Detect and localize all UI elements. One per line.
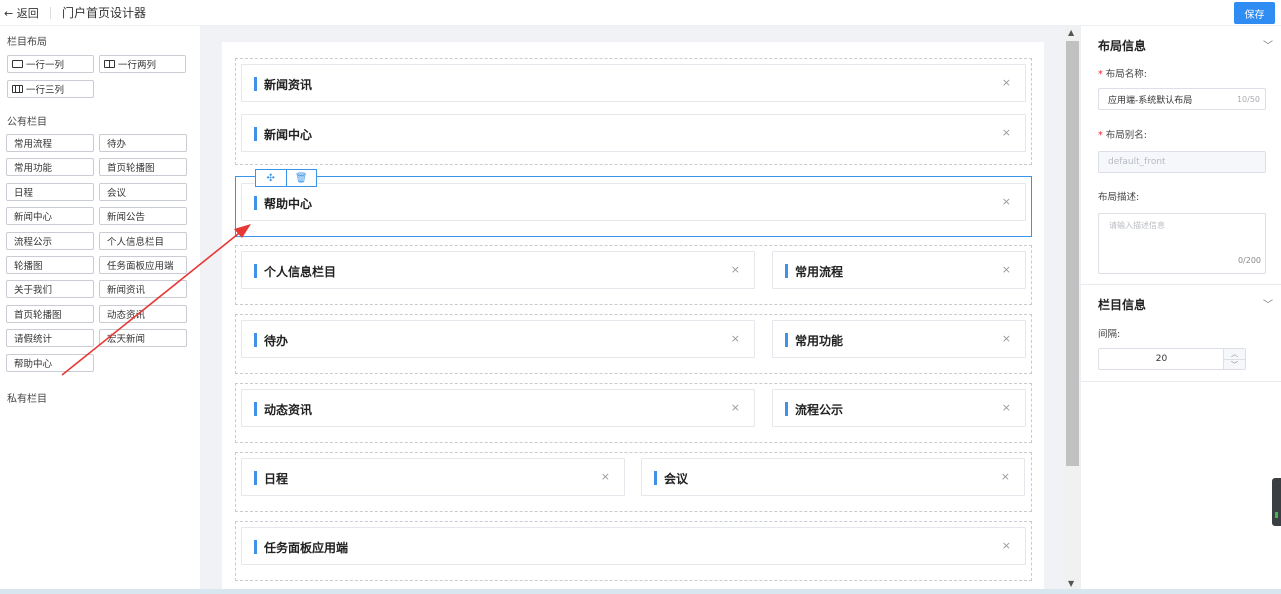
arrow-line bbox=[61, 229, 244, 376]
drag-arrow-annotation bbox=[61, 224, 251, 376]
